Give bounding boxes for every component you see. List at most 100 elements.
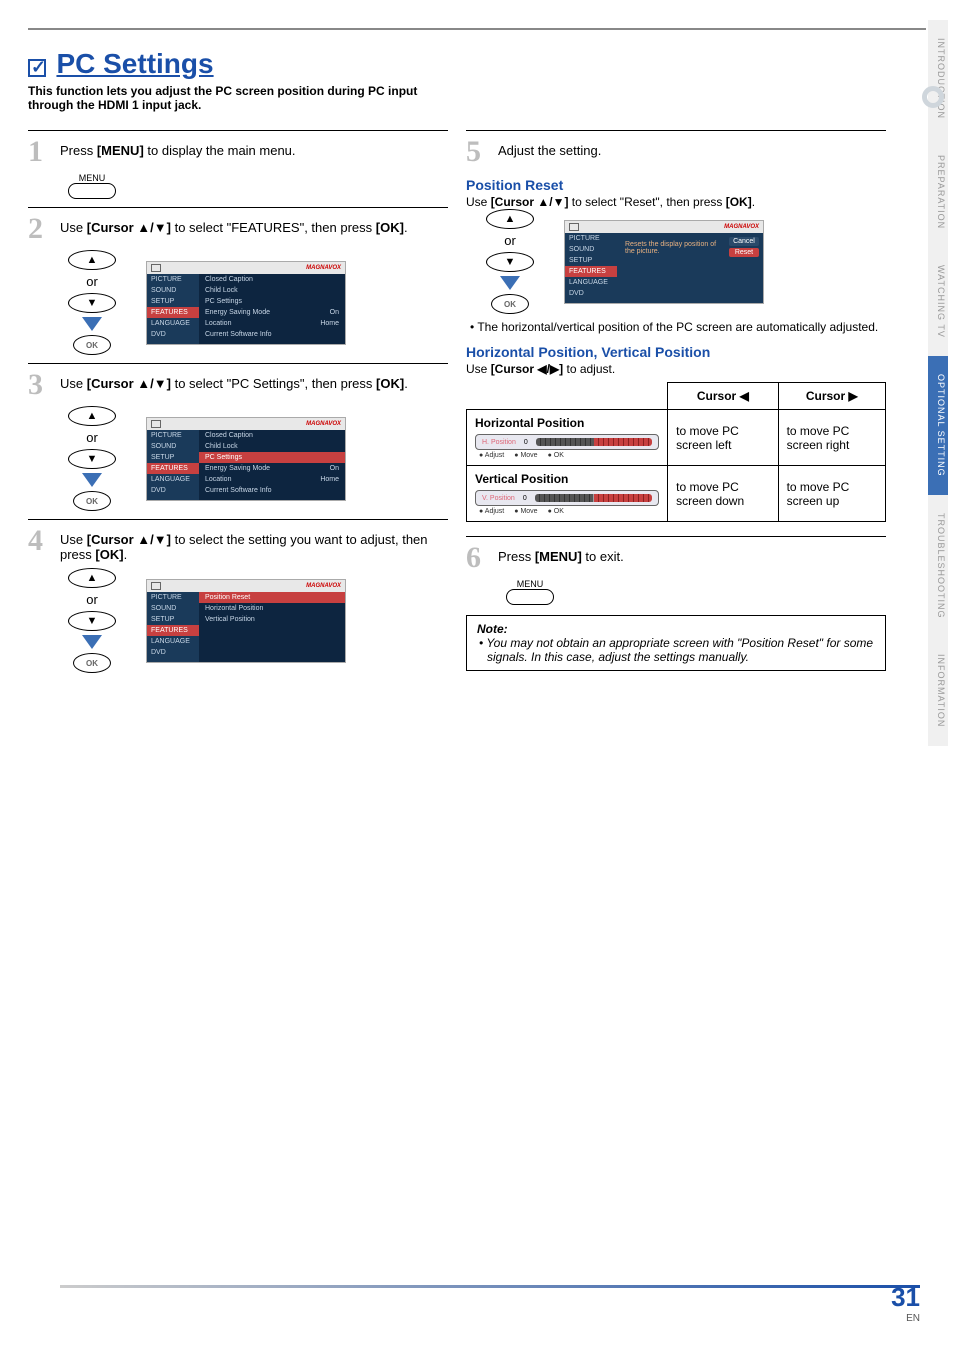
- hint-move: Move: [514, 452, 537, 459]
- cursor-down-button: ▼: [68, 293, 116, 313]
- osd-item-swinfo: Current Software Info: [205, 331, 272, 338]
- step-1-number: 1: [28, 137, 50, 167]
- osd-side-sound: SOUND: [565, 244, 617, 255]
- arrow-down-icon: [82, 635, 102, 649]
- hint-adjust: Adjust: [479, 452, 504, 459]
- osd-brand: MAGNAVOX: [724, 224, 759, 230]
- step-3-text-c: to select "PC Settings", then press: [171, 376, 376, 391]
- tv-icon: [151, 264, 161, 272]
- pr-text-b: [Cursor ▲/▼]: [491, 195, 569, 209]
- osd-side-dvd: DVD: [147, 647, 199, 658]
- osd-side-setup: SETUP: [147, 296, 199, 307]
- step-2: 2 Use [Cursor ▲/▼] to select "FEATURES",…: [28, 214, 448, 244]
- hpos-bar: [536, 438, 652, 446]
- osd-side-features: FEATURES: [565, 266, 617, 277]
- tv-icon: [569, 223, 579, 231]
- step-6: 6 Press [MENU] to exit.: [466, 543, 886, 573]
- osd-cancel-button: Cancel: [729, 237, 759, 246]
- hint-move: Move: [514, 508, 537, 515]
- osd-side-picture: PICTURE: [147, 592, 199, 603]
- osd-side-features: FEATURES: [147, 463, 199, 474]
- vpos-title: Vertical Position: [475, 472, 568, 486]
- osd-side-sound: SOUND: [147, 285, 199, 296]
- hpos-title: Horizontal Position: [475, 416, 584, 430]
- osd-item-cc: Closed Caption: [205, 432, 253, 439]
- step-4-text-d: [OK]: [95, 547, 123, 562]
- step-3-text-e: .: [404, 376, 408, 391]
- ok-button: OK: [491, 294, 529, 314]
- cursor-left-icon: ◀: [740, 389, 749, 403]
- or-label: or: [86, 274, 98, 289]
- osd-reset-message: Resets the display position of the pictu…: [621, 237, 725, 299]
- footer-lang: EN: [891, 1313, 920, 1324]
- or-label: or: [86, 430, 98, 445]
- step-4-text-b: [Cursor ▲/▼]: [87, 532, 171, 547]
- step-2-text-a: Use: [60, 220, 87, 235]
- arrow-down-icon: [500, 276, 520, 290]
- osd-item-pcsettings: PC Settings: [205, 298, 242, 305]
- osd-reset-button: Reset: [729, 248, 759, 257]
- arrow-down-icon: [82, 317, 102, 331]
- osd-position-reset: Position Reset: [205, 594, 250, 601]
- step-4-graphics: ▲ or ▼ OK MAGNAVOX PICTURE SOUND SETUP F…: [68, 568, 448, 673]
- step-1: 1 Press [MENU] to display the main menu.: [28, 137, 448, 167]
- or-label: or: [86, 592, 98, 607]
- menu-button-shape: [506, 589, 554, 605]
- osd-item-energy-val: On: [330, 309, 339, 316]
- tv-icon: [151, 420, 161, 428]
- osd-item-childlock: Child Lock: [205, 287, 238, 294]
- step-2-number: 2: [28, 214, 50, 244]
- osd-item-swinfo: Current Software Info: [205, 487, 272, 494]
- step-6-text-c: to exit.: [582, 549, 624, 564]
- top-rule: [28, 28, 926, 30]
- step-3-text-d: [OK]: [376, 376, 404, 391]
- menu-button-label: MENU: [506, 579, 554, 589]
- adjust-table: Cursor ◀ Cursor ▶ Horizontal Position H.…: [466, 382, 886, 522]
- vpos-panel: V. Position 0: [475, 490, 659, 506]
- cursor-up-button: ▲: [68, 568, 116, 588]
- hv-text-b: [Cursor ◀/▶]: [491, 362, 563, 376]
- osd-side-picture: PICTURE: [147, 430, 199, 441]
- osd-item-energy: Energy Saving Mode: [205, 309, 270, 316]
- step-3: 3 Use [Cursor ▲/▼] to select "PC Setting…: [28, 370, 448, 400]
- ok-button: OK: [73, 653, 111, 673]
- osd-side-setup: SETUP: [565, 255, 617, 266]
- ok-button: OK: [73, 335, 111, 355]
- col-right-prefix: Cursor: [806, 389, 845, 403]
- osd-vpos: Vertical Position: [205, 616, 255, 623]
- step-4-text-e: .: [124, 547, 128, 562]
- page-title: PC Settings: [56, 48, 213, 79]
- step-6-number: 6: [466, 543, 488, 573]
- step-2-text-d: [OK]: [376, 220, 404, 235]
- osd-side-picture: PICTURE: [147, 274, 199, 285]
- osd-item-location: Location: [205, 320, 231, 327]
- osd-reset-confirm: MAGNAVOX PICTURE SOUND SETUP FEATURES LA…: [564, 220, 764, 304]
- step-5-text: Adjust the setting.: [498, 143, 601, 158]
- step-3-number: 3: [28, 370, 50, 400]
- cursor-right-icon: ▶: [849, 389, 858, 403]
- position-reset-graphics: ▲ or ▼ OK MAGNAVOX PICTURE SOUND SETUP F…: [486, 209, 886, 314]
- cursor-up-button: ▲: [68, 250, 116, 270]
- ok-button: OK: [73, 491, 111, 511]
- osd-brand: MAGNAVOX: [306, 265, 341, 271]
- note-body: You may not obtain an appropriate screen…: [487, 636, 875, 664]
- step-1-text-c: to display the main menu.: [144, 143, 296, 158]
- menu-button-label: MENU: [68, 173, 116, 183]
- position-reset-heading: Position Reset: [466, 177, 886, 193]
- step-3-text-b: [Cursor ▲/▼]: [87, 376, 171, 391]
- osd-side-setup: SETUP: [147, 614, 199, 625]
- hv-text-a: Use: [466, 362, 491, 376]
- pr-text-c: to select "Reset", then press: [568, 195, 725, 209]
- hv-text-c: to adjust.: [563, 362, 615, 376]
- vpos-panel-val: 0: [523, 495, 527, 502]
- osd-side-language: LANGUAGE: [565, 277, 617, 288]
- checkbox-icon: [28, 59, 46, 77]
- step-5: 5 Adjust the setting.: [466, 137, 886, 167]
- step-6-text-a: Press: [498, 549, 535, 564]
- hpos-panel-val: 0: [524, 439, 528, 446]
- pr-text-e: .: [752, 195, 755, 209]
- hpos-left-action: to move PC screen left: [668, 410, 778, 466]
- right-column: 5 Adjust the setting. Position Reset Use…: [466, 122, 886, 679]
- osd-item-location-val: Home: [320, 320, 339, 327]
- cursor-down-button: ▼: [68, 449, 116, 469]
